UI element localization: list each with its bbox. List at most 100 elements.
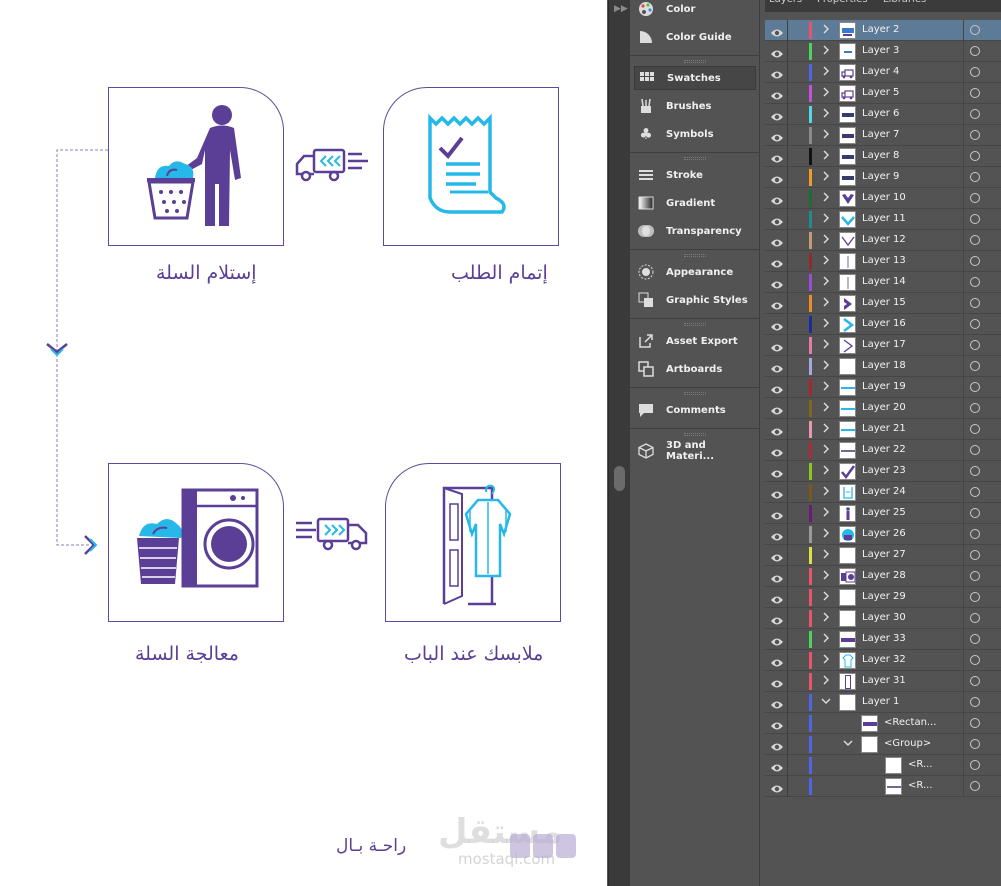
layer-name[interactable]: Layer 2 (862, 24, 899, 35)
dock-item-transparency[interactable]: Transparency (634, 219, 756, 243)
eye-icon[interactable] (770, 528, 784, 541)
chevron-right-icon[interactable] (821, 506, 831, 521)
target-circle-icon[interactable] (970, 130, 980, 140)
target-circle-icon[interactable] (970, 214, 980, 224)
layer-name[interactable]: Layer 11 (862, 213, 906, 224)
layer-name[interactable]: Layer 22 (862, 444, 906, 455)
dock-item-symbols[interactable]: ♣ Symbols (634, 122, 756, 146)
eye-icon[interactable] (770, 339, 784, 352)
eye-icon[interactable] (770, 255, 784, 268)
layer-name[interactable]: Layer 23 (862, 465, 906, 476)
layer-name[interactable]: Layer 1 (862, 696, 899, 707)
chevron-right-icon[interactable] (821, 401, 831, 416)
layer-row[interactable]: Layer 18 (765, 356, 1001, 377)
layer-row[interactable]: Layer 22 (765, 440, 1001, 461)
target-circle-icon[interactable] (970, 550, 980, 560)
chevron-right-icon[interactable] (821, 548, 831, 563)
eye-icon[interactable] (770, 423, 784, 436)
layer-row[interactable]: Layer 13 (765, 251, 1001, 272)
layer-name[interactable]: Layer 3 (862, 45, 899, 56)
layer-name[interactable]: <Group> (884, 738, 931, 749)
dock-item-swatches[interactable]: Swatches (634, 66, 756, 90)
eye-icon[interactable] (770, 465, 784, 478)
dock-item-comments[interactable]: Comments (634, 398, 756, 422)
eye-icon[interactable] (770, 45, 784, 58)
dock-item-appearance[interactable]: Appearance (634, 260, 756, 284)
eye-icon[interactable] (770, 759, 784, 772)
tab-properties[interactable]: Properties (817, 0, 868, 5)
dock-item-brushes[interactable]: Brushes (634, 94, 756, 118)
dock-grip[interactable] (684, 157, 706, 160)
layer-name[interactable]: Layer 16 (862, 318, 906, 329)
eye-icon[interactable] (770, 87, 784, 100)
layer-name[interactable]: <Rectan... (884, 717, 936, 728)
target-circle-icon[interactable] (970, 109, 980, 119)
chevron-right-icon[interactable] (821, 44, 831, 59)
chevron-right-icon[interactable] (821, 674, 831, 689)
eye-icon[interactable] (770, 108, 784, 121)
layer-name[interactable]: <R... (908, 759, 933, 770)
dock-item-graphic-styles[interactable]: Graphic Styles (634, 288, 756, 312)
layer-name[interactable]: Layer 33 (862, 633, 906, 644)
eye-icon[interactable] (770, 549, 784, 562)
eye-icon[interactable] (770, 66, 784, 79)
chevron-right-icon[interactable] (821, 359, 831, 374)
eye-icon[interactable] (770, 24, 784, 37)
target-circle-icon[interactable] (970, 382, 980, 392)
eye-icon[interactable] (770, 213, 784, 226)
layer-row[interactable]: Layer 6 (765, 104, 1001, 125)
chevron-right-icon[interactable] (821, 380, 831, 395)
layer-name[interactable]: Layer 21 (862, 423, 906, 434)
chevron-right-icon[interactable] (821, 128, 831, 143)
eye-icon[interactable] (770, 612, 784, 625)
eye-icon[interactable] (770, 297, 784, 310)
layer-row[interactable]: <Rectan... (765, 713, 1001, 734)
chevron-down-icon[interactable] (843, 737, 853, 752)
tab-layers[interactable]: Layers (769, 0, 802, 5)
layer-row[interactable]: Layer 20 (765, 398, 1001, 419)
layer-row[interactable]: Layer 25 (765, 503, 1001, 524)
card-clothes-at-door[interactable] (385, 463, 561, 622)
layer-name[interactable]: Layer 5 (862, 87, 899, 98)
target-circle-icon[interactable] (970, 718, 980, 728)
dock-grip[interactable] (684, 392, 706, 395)
target-circle-icon[interactable] (970, 151, 980, 161)
target-circle-icon[interactable] (970, 529, 980, 539)
layer-name[interactable]: Layer 17 (862, 339, 906, 350)
dock-item-gradient[interactable]: Gradient (634, 191, 756, 215)
layer-row[interactable]: <Group> (765, 734, 1001, 755)
dock-item-asset-export[interactable]: Asset Export (634, 329, 756, 353)
eye-icon[interactable] (770, 696, 784, 709)
target-circle-icon[interactable] (970, 25, 980, 35)
chevron-down-icon[interactable] (821, 695, 831, 710)
layer-row[interactable]: Layer 24 (765, 482, 1001, 503)
dock-item-color[interactable]: Color (634, 0, 756, 21)
eye-icon[interactable] (770, 150, 784, 163)
dock-item-stroke[interactable]: Stroke (634, 163, 756, 187)
card-receive-basket[interactable] (108, 87, 284, 246)
layer-name[interactable]: Layer 18 (862, 360, 906, 371)
layer-name[interactable]: Layer 28 (862, 570, 906, 581)
chevron-right-icon[interactable] (821, 275, 831, 290)
chevron-right-icon[interactable] (821, 611, 831, 626)
layer-row[interactable]: Layer 32 (765, 650, 1001, 671)
chevron-right-icon[interactable] (821, 590, 831, 605)
layer-row[interactable]: Layer 21 (765, 419, 1001, 440)
dock-grip[interactable] (684, 323, 706, 326)
layer-row[interactable]: Layer 28 (765, 566, 1001, 587)
layer-row[interactable]: Layer 27 (765, 545, 1001, 566)
eye-icon[interactable] (770, 675, 784, 688)
artboard[interactable]: إستلام السلة إتمام الطلب معالجة السلة مل… (0, 0, 607, 886)
eye-icon[interactable] (770, 633, 784, 646)
layer-row[interactable]: Layer 10 (765, 188, 1001, 209)
layer-name[interactable]: Layer 31 (862, 675, 906, 686)
eye-icon[interactable] (770, 129, 784, 142)
card-process-basket[interactable] (108, 463, 284, 622)
eye-icon[interactable] (770, 402, 784, 415)
target-circle-icon[interactable] (970, 88, 980, 98)
eye-icon[interactable] (770, 318, 784, 331)
chevron-right-icon[interactable] (821, 254, 831, 269)
eye-icon[interactable] (770, 507, 784, 520)
target-circle-icon[interactable] (970, 508, 980, 518)
layer-name[interactable]: Layer 20 (862, 402, 906, 413)
